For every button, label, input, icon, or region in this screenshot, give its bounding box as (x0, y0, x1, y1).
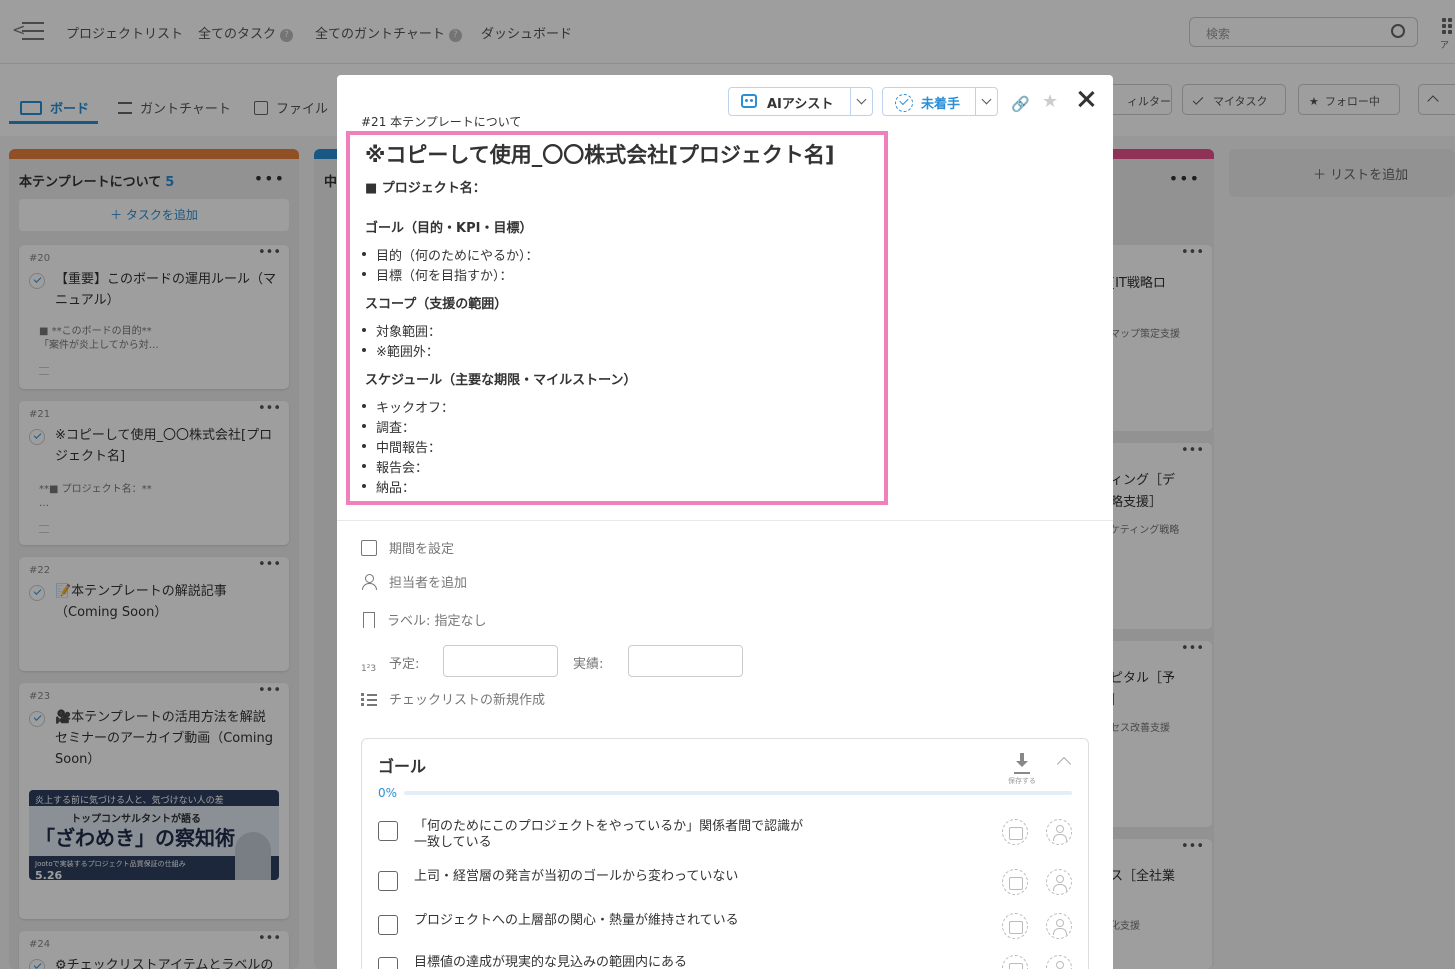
link-icon[interactable]: 🔗 (1011, 95, 1030, 113)
star-icon[interactable]: ★ (1042, 91, 1058, 112)
user-icon (361, 574, 377, 590)
actual-label: 実績: (573, 657, 604, 672)
list-item: 対象範囲： (361, 321, 441, 340)
status-label: 未着手 (921, 97, 961, 112)
section-heading: スケジュール（主要な期限・マイルストーン） (365, 373, 637, 388)
section-heading: ゴール（目的・KPI・目標） (365, 221, 533, 236)
status-button[interactable]: 未着手 (882, 87, 998, 116)
checklist-title[interactable]: ゴール (378, 753, 426, 777)
save-label: 保存する (1008, 777, 1036, 785)
checklist-item-text[interactable]: 目標値の達成が現実的な見込みの範囲内にある (414, 955, 814, 969)
chevron-up-icon[interactable] (1056, 756, 1072, 772)
ai-assist-button[interactable]: AIアシスト (728, 87, 873, 116)
checklist-panel: ゴール 保存する 0% 「何のためにこのプロジェクトをやっているか」関係者間で認… (361, 738, 1089, 969)
due-date-icon[interactable] (1002, 913, 1028, 939)
list-item: 目的（何のためにやるか）： (362, 245, 539, 264)
list-item: 調査： (361, 417, 415, 436)
assignee-icon[interactable] (1046, 913, 1072, 939)
save-template-button[interactable]: 保存する (1002, 753, 1042, 786)
status-check-icon (895, 94, 913, 112)
list-item: 納品： (361, 477, 415, 496)
checklist-item-text[interactable]: 「何のためにこのプロジェクトをやっているか」関係者間で認識が一致している (414, 819, 814, 851)
ai-assist-label: AIアシスト (767, 97, 834, 112)
assignee-icon[interactable] (1046, 819, 1072, 845)
breadcrumb[interactable]: #21 本テンプレートについて (361, 113, 521, 130)
calendar-icon (361, 540, 377, 556)
planned-label: 1²3 予定: (361, 657, 420, 674)
checklist-checkbox[interactable] (378, 915, 398, 935)
checklist-icon (361, 691, 377, 707)
checklist-checkbox[interactable] (378, 821, 398, 841)
close-icon[interactable] (1076, 89, 1096, 109)
due-date-icon[interactable] (1002, 819, 1028, 845)
due-date-icon[interactable] (1002, 955, 1028, 969)
assignee-icon[interactable] (1046, 869, 1072, 895)
download-icon (1015, 753, 1029, 771)
checklist-checkbox[interactable] (378, 871, 398, 891)
list-item: 報告会： (361, 457, 428, 476)
task-detail-modal: AIアシスト 未着手 🔗 ★ #21 本テンプレートについて ※コピーして使用_… (337, 75, 1113, 969)
list-item: キックオフ： (361, 397, 454, 416)
list-item: ※範囲外： (362, 341, 439, 360)
label-selector[interactable]: ラベル: 指定なし (361, 610, 487, 629)
numbers-icon: 1²3 (361, 664, 377, 674)
bookmark-icon (363, 612, 375, 628)
set-period-button[interactable]: 期間を設定 (361, 538, 454, 557)
robot-icon (741, 94, 757, 108)
checklist-item-text[interactable]: プロジェクトへの上層部の関心・熱量が維持されている (414, 913, 814, 929)
new-checklist-button[interactable]: チェックリストの新規作成 (361, 689, 545, 708)
list-item: 中間報告： (361, 437, 441, 456)
progress-bar (404, 791, 1072, 795)
planned-input[interactable] (443, 645, 558, 677)
chevron-down-icon[interactable] (850, 88, 872, 115)
assignee-icon[interactable] (1046, 955, 1072, 969)
section-heading: スコープ（支援の範囲） (365, 297, 508, 312)
add-assignee-button[interactable]: 担当者を追加 (361, 572, 467, 591)
list-item: 目標（何を目指すか）： (362, 265, 513, 284)
chevron-down-icon[interactable] (975, 88, 997, 115)
due-date-icon[interactable] (1002, 869, 1028, 895)
page-title: ※コピーして使用_〇〇株式会社[プロジェクト名] (365, 143, 835, 167)
checklist-item-text[interactable]: 上司・経営層の発言が当初のゴールから変わっていない (414, 869, 814, 885)
task-description-editor[interactable]: ※コピーして使用_〇〇株式会社[プロジェクト名] ■ プロジェクト名： ゴール（… (346, 131, 888, 505)
actual-input[interactable] (628, 645, 743, 677)
divider (337, 520, 1113, 521)
project-name-line: ■ プロジェクト名： (365, 181, 486, 196)
progress-percent: 0% (378, 786, 398, 800)
checklist-checkbox[interactable] (378, 957, 398, 969)
